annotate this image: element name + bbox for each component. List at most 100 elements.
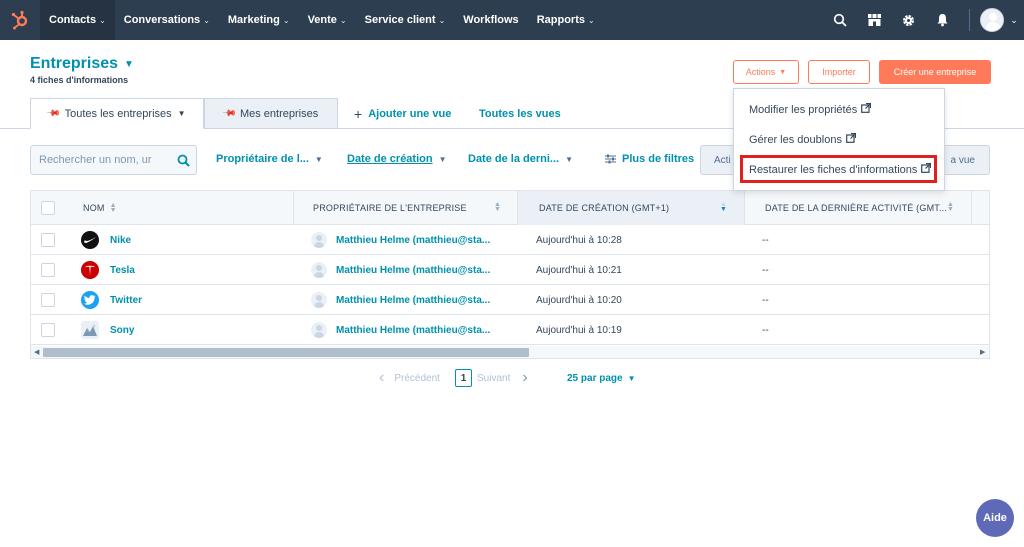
caret-down-icon: ▼ xyxy=(177,109,186,118)
chevron-down-icon[interactable]: ⌄ xyxy=(1004,0,1024,40)
company-name-link[interactable]: Nike xyxy=(110,225,131,255)
search-icon[interactable] xyxy=(177,154,190,167)
column-header-owner[interactable]: PROPRIÉTAIRE DE L'ENTREPRISE xyxy=(313,191,518,225)
hubspot-logo-icon[interactable] xyxy=(0,0,40,40)
row-checkbox[interactable] xyxy=(41,293,55,307)
table-header: NOM ▲ ▼ PROPRIÉTAIRE DE L'ENTREPRISE ▲ ▼ D… xyxy=(31,191,989,225)
last-activity: -- xyxy=(762,324,769,336)
scrollbar-thumb[interactable] xyxy=(43,348,529,357)
nav-rapports[interactable]: Rapports ⌄ xyxy=(528,0,604,40)
bell-icon[interactable] xyxy=(925,0,959,40)
all-views-link[interactable]: Toutes les vues xyxy=(479,98,569,129)
caret-down-icon: ▼ xyxy=(779,68,787,76)
row-checkbox[interactable] xyxy=(41,233,55,247)
actions-button[interactable]: Actions ▼ xyxy=(733,60,799,84)
sony-logo-icon xyxy=(81,321,99,339)
scroll-left-icon[interactable]: ◀ xyxy=(34,346,39,358)
nike-logo-icon xyxy=(81,231,99,249)
horizontal-scrollbar[interactable]: ◀ ▶ xyxy=(31,346,989,358)
help-button[interactable]: Aide xyxy=(976,499,1014,537)
chevron-down-icon: ⌄ xyxy=(438,15,446,25)
search-icon[interactable] xyxy=(823,0,857,40)
owner-link[interactable]: Matthieu Helme (matthieu@sta... xyxy=(336,255,490,285)
header-label: PROPRIÉTAIRE DE L'ENTREPRISE xyxy=(313,203,467,213)
nav-marketing[interactable]: Marketing ⌄ xyxy=(219,0,299,40)
more-filters-button[interactable]: Plus de filtres xyxy=(605,153,694,165)
page-title[interactable]: Entreprises ▼ xyxy=(30,55,134,73)
created-date: Aujourd'hui à 10:20 xyxy=(536,294,622,306)
nav-contacts[interactable]: Contacts ⌄ xyxy=(40,0,115,40)
owner-avatar xyxy=(311,292,327,308)
add-view-button[interactable]: + Ajouter une vue xyxy=(352,98,462,129)
per-page-select[interactable]: 25 par page ▼ xyxy=(567,368,636,388)
owner-avatar xyxy=(311,322,327,338)
tab-all-companies[interactable]: 📌 Toutes les entreprises ▼ xyxy=(30,98,204,129)
filter-label: Plus de filtres xyxy=(622,153,695,165)
company-name-link[interactable]: Tesla xyxy=(110,255,135,285)
nav-divider xyxy=(969,9,970,31)
sort-icon: ▲ ▼ xyxy=(947,201,954,213)
row-checkbox[interactable] xyxy=(41,263,55,277)
select-all-checkbox[interactable] xyxy=(41,201,55,215)
per-page-label: 25 par page xyxy=(567,372,623,384)
owner-link[interactable]: Matthieu Helme (matthieu@sta... xyxy=(336,315,490,345)
actions-label: Actions xyxy=(745,67,776,77)
marketplace-icon[interactable] xyxy=(857,0,891,40)
owner-link[interactable]: Matthieu Helme (matthieu@sta... xyxy=(336,225,490,255)
chevron-glyph: ⌄ xyxy=(1010,14,1018,25)
last-activity-filter[interactable]: Date de la derni... ▼ xyxy=(468,153,573,165)
pin-icon: 📌 xyxy=(46,105,62,121)
nav-service-client[interactable]: Service client ⌄ xyxy=(356,0,455,40)
sliders-icon xyxy=(605,154,616,164)
owner-avatar xyxy=(311,232,327,248)
column-header-name[interactable]: NOM ▲ ▼ xyxy=(83,191,313,225)
owner-link[interactable]: Matthieu Helme (matthieu@sta... xyxy=(336,285,490,315)
plus-icon: + xyxy=(354,105,363,122)
sort-icon: ▲ ▼ xyxy=(494,201,501,213)
last-activity: -- xyxy=(762,234,769,246)
import-button[interactable]: Importer xyxy=(808,60,870,84)
annotation-highlight-box xyxy=(740,155,937,183)
table-row[interactable]: Twitter Matthieu Helme (matthieu@sta... … xyxy=(31,285,989,315)
search-box xyxy=(30,145,197,175)
user-avatar[interactable] xyxy=(980,8,1004,32)
nav-label: Rapports xyxy=(536,14,585,26)
created-date: Aujourd'hui à 10:28 xyxy=(536,234,622,246)
tab-my-companies[interactable]: 📌 Mes entreprises xyxy=(204,98,338,129)
company-name-link[interactable]: Twitter xyxy=(110,285,142,315)
sort-descending-icon: ▲ ▼ xyxy=(720,201,727,213)
created-date: Aujourd'hui à 10:21 xyxy=(536,264,622,276)
filter-label: Propriétaire de l... xyxy=(216,153,309,165)
nav-label: Conversations xyxy=(123,14,201,26)
owner-filter[interactable]: Propriétaire de l... ▼ xyxy=(216,153,323,165)
record-count: 4 fiches d'informations xyxy=(30,75,129,85)
last-activity: -- xyxy=(762,264,769,276)
menu-item-manage-duplicates[interactable]: Gérer les doublons xyxy=(749,132,857,146)
gear-icon[interactable] xyxy=(891,0,925,40)
nav-conversations[interactable]: Conversations ⌄ xyxy=(115,0,219,40)
caret-down-icon: ▼ xyxy=(124,58,134,70)
nav-workflows[interactable]: Workflows xyxy=(454,0,527,40)
external-link-icon xyxy=(846,132,857,146)
row-checkbox[interactable] xyxy=(41,323,55,337)
caret-down-icon: ▼ xyxy=(314,154,323,164)
created-date-filter[interactable]: Date de création ▼ xyxy=(347,153,447,165)
menu-item-edit-properties[interactable]: Modifier les propriétés xyxy=(749,102,872,116)
next-page-button[interactable]: Suivant › xyxy=(477,368,528,388)
create-company-button[interactable]: Créer une entreprise xyxy=(879,60,991,84)
companies-table: NOM ▲ ▼ PROPRIÉTAIRE DE L'ENTREPRISE ▲ ▼ D… xyxy=(30,190,990,359)
previous-page-button[interactable]: ‹ Précédent xyxy=(379,368,440,388)
nav-vente[interactable]: Vente ⌄ xyxy=(299,0,356,40)
external-link-icon xyxy=(861,102,872,116)
column-header-last-activity[interactable]: DATE DE LA DERNIÈRE ACTIVITÉ (GMT... xyxy=(765,191,965,225)
table-row[interactable]: Nike Matthieu Helme (matthieu@sta... Auj… xyxy=(31,225,989,255)
table-row[interactable]: Sony Matthieu Helme (matthieu@sta... Auj… xyxy=(31,315,989,345)
nav-label: Vente xyxy=(307,14,337,26)
scroll-right-icon[interactable]: ▶ xyxy=(980,346,985,358)
page-number-current[interactable]: 1 xyxy=(455,369,472,387)
header-label: DATE DE LA DERNIÈRE ACTIVITÉ (GMT... xyxy=(765,203,948,213)
column-header-created[interactable]: DATE DE CRÉATION (GMT+1) xyxy=(518,191,744,225)
company-name-link[interactable]: Sony xyxy=(110,315,134,345)
search-input[interactable] xyxy=(39,154,171,166)
table-row[interactable]: Tesla Matthieu Helme (matthieu@sta... Au… xyxy=(31,255,989,285)
